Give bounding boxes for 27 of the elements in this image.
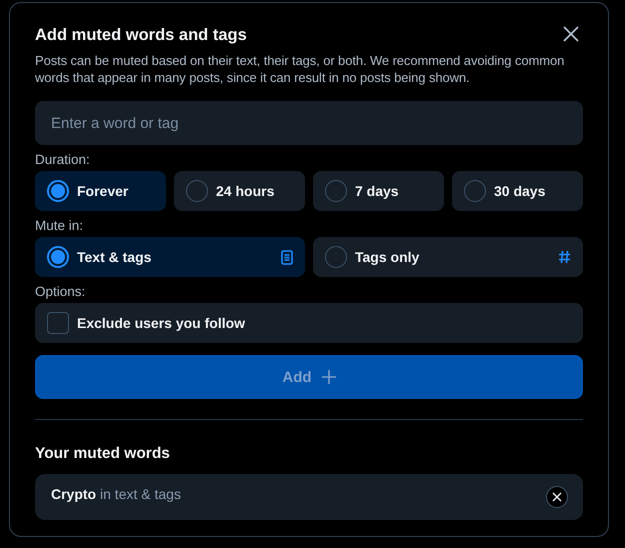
radio-indicator <box>47 246 69 268</box>
duration-option[interactable]: 7 days <box>313 171 444 211</box>
radio-indicator <box>186 180 208 202</box>
section-heading: Your muted words <box>35 445 171 463</box>
radio-indicator <box>47 180 69 202</box>
remove-icon[interactable] <box>546 486 568 508</box>
hash-icon <box>558 250 571 264</box>
mute-in-option[interactable]: Tags only <box>313 237 583 277</box>
duration-option[interactable]: Forever <box>35 171 166 211</box>
mute-in-option[interactable]: Text & tags <box>35 237 305 277</box>
section-label: Duration: <box>35 152 91 169</box>
radio-indicator <box>464 180 486 202</box>
checkbox[interactable] <box>47 312 69 334</box>
duration-option[interactable]: 30 days <box>452 171 583 211</box>
radio-indicator <box>325 180 347 202</box>
close-icon[interactable] <box>563 26 579 42</box>
section-label: Options: <box>35 284 86 301</box>
dialog-description: Posts can be muted based on their text, their tags, or both. We recommend avoiding common words that appear in many posts, since it can result in no posts being shown. <box>35 52 566 86</box>
plus-icon <box>322 370 336 384</box>
radio-indicator <box>325 246 347 268</box>
word-input-field[interactable]: Enter a word or tag <box>35 101 583 145</box>
duration-option[interactable]: 24 hours <box>174 171 305 211</box>
checkbox-option[interactable]: Exclude users you follow <box>35 303 583 343</box>
dialog-title: Add muted words and tags <box>35 26 247 45</box>
document-icon <box>281 250 293 264</box>
section-label: Mute in: <box>35 218 84 235</box>
muted-word: Crypto in text & tags <box>51 486 181 502</box>
